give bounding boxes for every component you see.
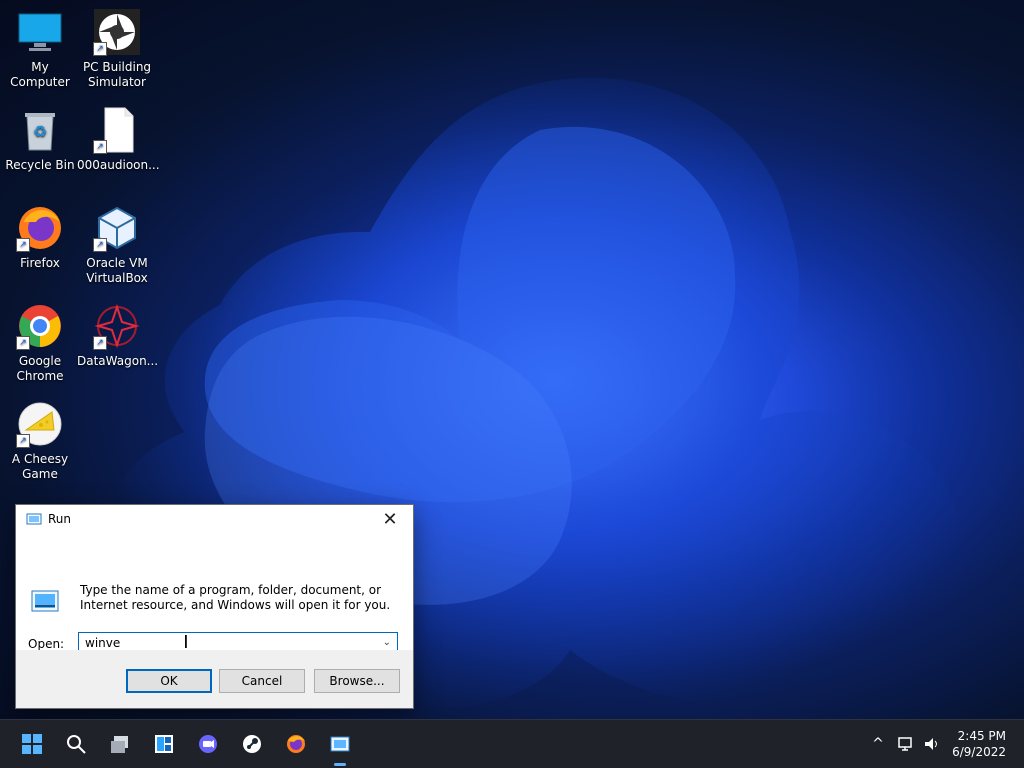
- search-button[interactable]: [60, 728, 92, 760]
- run-program-icon: [31, 590, 59, 612]
- desktop-icon-label: Google Chrome: [16, 354, 64, 383]
- open-input-text[interactable]: winve: [85, 636, 120, 650]
- shortcut-arrow-icon: ↗: [93, 42, 107, 56]
- run-footer: OK Cancel Browse...: [16, 650, 413, 708]
- shortcut-arrow-icon: ↗: [16, 238, 30, 252]
- cheese-icon: ↗: [16, 400, 64, 448]
- close-icon[interactable]: ✕: [377, 507, 403, 531]
- ok-button[interactable]: OK: [126, 669, 212, 693]
- desktop-icon-label: Firefox: [20, 256, 60, 270]
- start-button[interactable]: [16, 728, 48, 760]
- firefox-icon: [287, 735, 305, 753]
- datawagon-icon: ↗: [93, 302, 141, 350]
- chrome-icon: ↗: [16, 302, 64, 350]
- shortcut-arrow-icon: ↗: [93, 238, 107, 252]
- steam-icon: [243, 735, 261, 753]
- shortcut-arrow-icon: ↗: [16, 434, 30, 448]
- file-icon: ↗: [93, 106, 141, 154]
- desktop-icon-audio-file[interactable]: ↗ 000audioon...: [77, 106, 160, 173]
- desktop-icon-label: Recycle Bin: [5, 158, 75, 172]
- run-taskbar-button[interactable]: [324, 728, 356, 766]
- run-icon: [330, 736, 350, 752]
- chevron-up-icon: ^: [872, 736, 884, 752]
- desktop-icon-label: Oracle VM VirtualBox: [86, 256, 148, 285]
- desktop-icon-label: A Cheesy Game: [11, 452, 69, 481]
- desktop-icon-label: DataWagon...: [77, 354, 159, 368]
- task-view-icon: [111, 736, 128, 753]
- text-cursor-icon: I: [183, 631, 189, 653]
- desktop-icon-a-cheesy-game[interactable]: ↗ A Cheesy Game: [0, 400, 80, 482]
- widgets-icon: [155, 735, 173, 753]
- pc-building-simulator-icon: ↗: [93, 8, 141, 56]
- shortcut-arrow-icon: ↗: [16, 336, 30, 350]
- run-description: Type the name of a program, folder, docu…: [80, 583, 391, 612]
- run-title: Run: [48, 512, 72, 526]
- time-text: 2:45 PM: [957, 729, 1006, 743]
- run-body: Type the name of a program, folder, docu…: [16, 533, 413, 687]
- shortcut-arrow-icon: ↗: [93, 336, 107, 350]
- desktop-icon-firefox[interactable]: ↗ Firefox: [0, 204, 80, 271]
- desktop-icon-google-chrome[interactable]: ↗ Google Chrome: [0, 302, 80, 384]
- svg-text:♻: ♻: [33, 122, 47, 141]
- run-dialog: Run ✕ Type the name of a program, folder…: [15, 504, 414, 709]
- chevron-down-icon[interactable]: ⌄: [383, 637, 391, 648]
- monitor-icon: [16, 8, 64, 56]
- desktop-icon-datawagon[interactable]: ↗ DataWagon...: [77, 302, 159, 369]
- desktop-icon-pc-building-simulator[interactable]: ↗ PC Building Simulator: [77, 8, 157, 90]
- volume-icon: [925, 738, 937, 750]
- run-title-bar: Run ✕: [16, 505, 413, 533]
- chat-icon: [199, 735, 217, 753]
- desktop-icon-recycle-bin[interactable]: ♻ Recycle Bin: [0, 106, 80, 173]
- task-view-button[interactable]: [104, 728, 136, 760]
- browse-button[interactable]: Browse...: [314, 669, 400, 693]
- date-text: 6/9/2022: [952, 745, 1006, 759]
- cancel-button[interactable]: Cancel: [219, 669, 305, 693]
- shortcut-arrow-icon: ↗: [93, 140, 107, 154]
- firefox-taskbar-button[interactable]: [280, 728, 312, 760]
- desktop-icon-my-computer[interactable]: My Computer: [0, 8, 80, 90]
- steam-button[interactable]: [236, 728, 268, 760]
- firefox-icon: ↗: [16, 204, 64, 252]
- search-icon: [67, 735, 86, 754]
- desktop-icon-virtualbox[interactable]: ↗ Oracle VM VirtualBox: [77, 204, 157, 286]
- desktop-icon-label: PC Building Simulator: [82, 60, 152, 89]
- network-icon: [898, 737, 912, 751]
- chat-button[interactable]: [192, 728, 224, 760]
- start-icon: [22, 734, 42, 754]
- virtualbox-icon: ↗: [93, 204, 141, 252]
- desktop-icon-label: My Computer: [10, 60, 70, 89]
- volume-button[interactable]: [916, 728, 948, 760]
- recycle-bin-icon: ♻: [16, 106, 64, 154]
- desktop-icon-label: 000audioon...: [77, 158, 160, 172]
- open-label: Open:: [28, 637, 65, 651]
- taskbar: ^ 2:45 PM 6/9/2022: [0, 719, 1024, 768]
- run-icon: [26, 513, 42, 525]
- widgets-button[interactable]: [148, 728, 180, 760]
- clock[interactable]: 2:45 PM 6/9/2022: [946, 728, 1006, 760]
